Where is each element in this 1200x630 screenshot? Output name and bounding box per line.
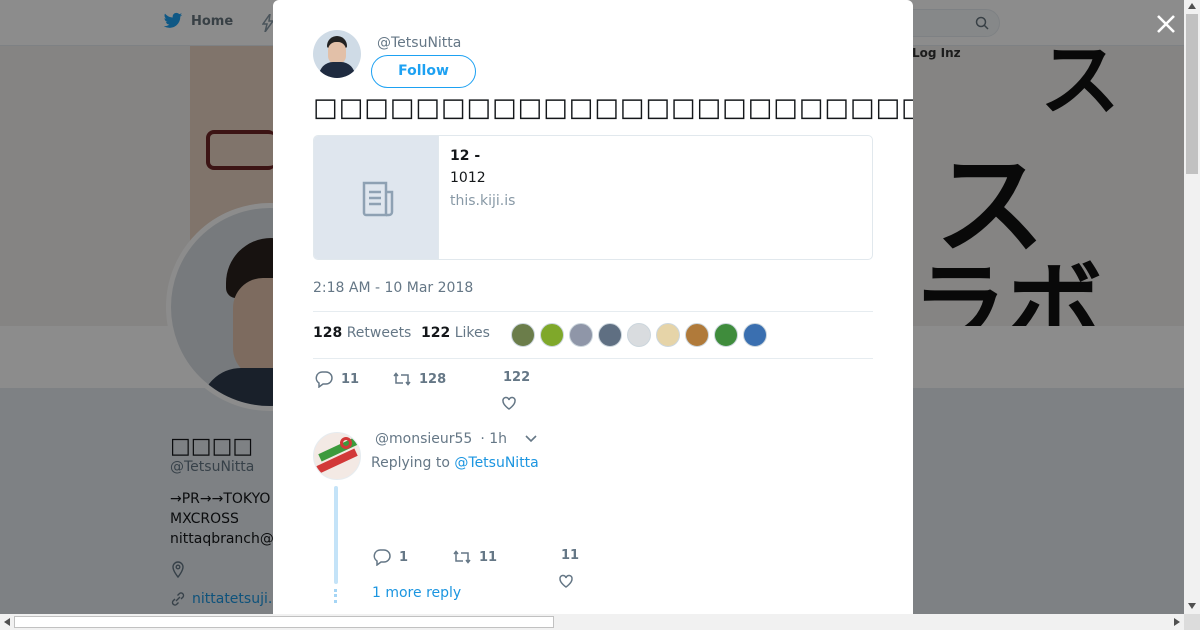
- reply-handle[interactable]: @monsieur55: [375, 431, 472, 447]
- author-handle[interactable]: @TetsuNitta: [377, 35, 461, 51]
- link-card[interactable]: 12 - 1012 this.kiji.is: [313, 135, 873, 260]
- liker-avatar[interactable]: [511, 323, 535, 347]
- vertical-scrollbar[interactable]: [1184, 0, 1200, 614]
- liker-avatar[interactable]: [569, 323, 593, 347]
- retweet-icon: [453, 550, 471, 564]
- retweet-icon: [393, 372, 411, 386]
- more-replies-link[interactable]: 1 more reply: [372, 585, 461, 601]
- retweet-stat-count: 128: [313, 325, 343, 341]
- retweet-stat[interactable]: 128 Retweets: [313, 325, 411, 341]
- vertical-scroll-thumb[interactable]: [1186, 14, 1198, 174]
- reply-count: 11: [341, 371, 360, 387]
- avatar-face: [328, 42, 346, 64]
- retweet-button[interactable]: 11: [453, 548, 497, 566]
- card-title: 12 -: [450, 148, 481, 164]
- reply-button[interactable]: 1: [373, 548, 408, 566]
- retweet-stat-label: Retweets: [346, 325, 412, 341]
- avatar-ring: [340, 437, 352, 449]
- heart-icon[interactable]: [557, 572, 575, 590]
- reply-icon: [373, 549, 391, 566]
- likes-stat[interactable]: 122 Likes: [421, 325, 490, 341]
- reply-time[interactable]: · 1h: [480, 431, 507, 447]
- avatar-suit: [319, 62, 355, 78]
- horizontal-scrollbar[interactable]: [0, 614, 1184, 630]
- replying-prefix: Replying to: [371, 455, 450, 471]
- like-count-label: 122: [503, 370, 531, 385]
- like-count-label: 11: [561, 548, 580, 563]
- reply-avatar[interactable]: [313, 432, 361, 480]
- liker-avatar[interactable]: [627, 323, 651, 347]
- replying-to: Replying to @TetsuNitta: [371, 455, 539, 471]
- thread-line: [334, 486, 338, 584]
- scroll-right-icon[interactable]: [1174, 618, 1180, 626]
- retweet-count: 11: [479, 549, 498, 565]
- reply-icon: [315, 371, 333, 388]
- reply-button[interactable]: 11: [315, 370, 359, 388]
- card-description: 1012: [450, 170, 486, 186]
- scroll-down-icon[interactable]: [1188, 603, 1196, 609]
- retweet-count: 128: [419, 371, 447, 387]
- reply-count: 1: [399, 549, 409, 565]
- scroll-up-icon[interactable]: [1188, 3, 1196, 9]
- thread-dots: [334, 589, 338, 603]
- tweet-modal: @TetsuNitta Follow □□□□□□□□□□□□□□□□□□□□□…: [273, 0, 913, 614]
- replying-to-link[interactable]: @TetsuNitta: [454, 455, 538, 471]
- reply-header: @monsieur55 · 1h: [375, 431, 537, 447]
- likes-stat-label: Likes: [454, 325, 490, 341]
- card-thumbnail: [314, 136, 439, 259]
- liker-avatar[interactable]: [743, 323, 767, 347]
- tweet-stats: 128 Retweets 122 Likes: [313, 311, 873, 359]
- tweet-text: □□□□□□□□□□□□□□□□□□□□□□□□□□□□□□□□□□□□□□□□…: [313, 93, 913, 123]
- liker-avatar[interactable]: [598, 323, 622, 347]
- reply-tweet: @monsieur55 · 1h Replying to @TetsuNitta…: [313, 428, 873, 614]
- scroll-left-icon[interactable]: [4, 618, 10, 626]
- liker-avatar[interactable]: [714, 323, 738, 347]
- tweet-actions: 11 128 122: [313, 370, 613, 414]
- heart-icon[interactable]: [500, 394, 518, 412]
- tweet-timestamp[interactable]: 2:18 AM - 10 Mar 2018: [313, 280, 473, 296]
- liker-avatar[interactable]: [540, 323, 564, 347]
- document-icon: [362, 181, 394, 217]
- chevron-down-icon[interactable]: [525, 435, 537, 443]
- horizontal-scroll-thumb[interactable]: [14, 616, 554, 628]
- liker-avatars: [511, 323, 767, 347]
- retweet-button[interactable]: 128: [393, 370, 446, 388]
- card-domain: this.kiji.is: [450, 193, 516, 209]
- liker-avatar[interactable]: [656, 323, 680, 347]
- follow-button[interactable]: Follow: [371, 55, 476, 88]
- scrollbar-corner: [1184, 614, 1200, 630]
- liker-avatar[interactable]: [685, 323, 709, 347]
- close-icon[interactable]: [1154, 12, 1178, 36]
- author-avatar[interactable]: [313, 30, 361, 78]
- likes-stat-count: 122: [421, 325, 451, 341]
